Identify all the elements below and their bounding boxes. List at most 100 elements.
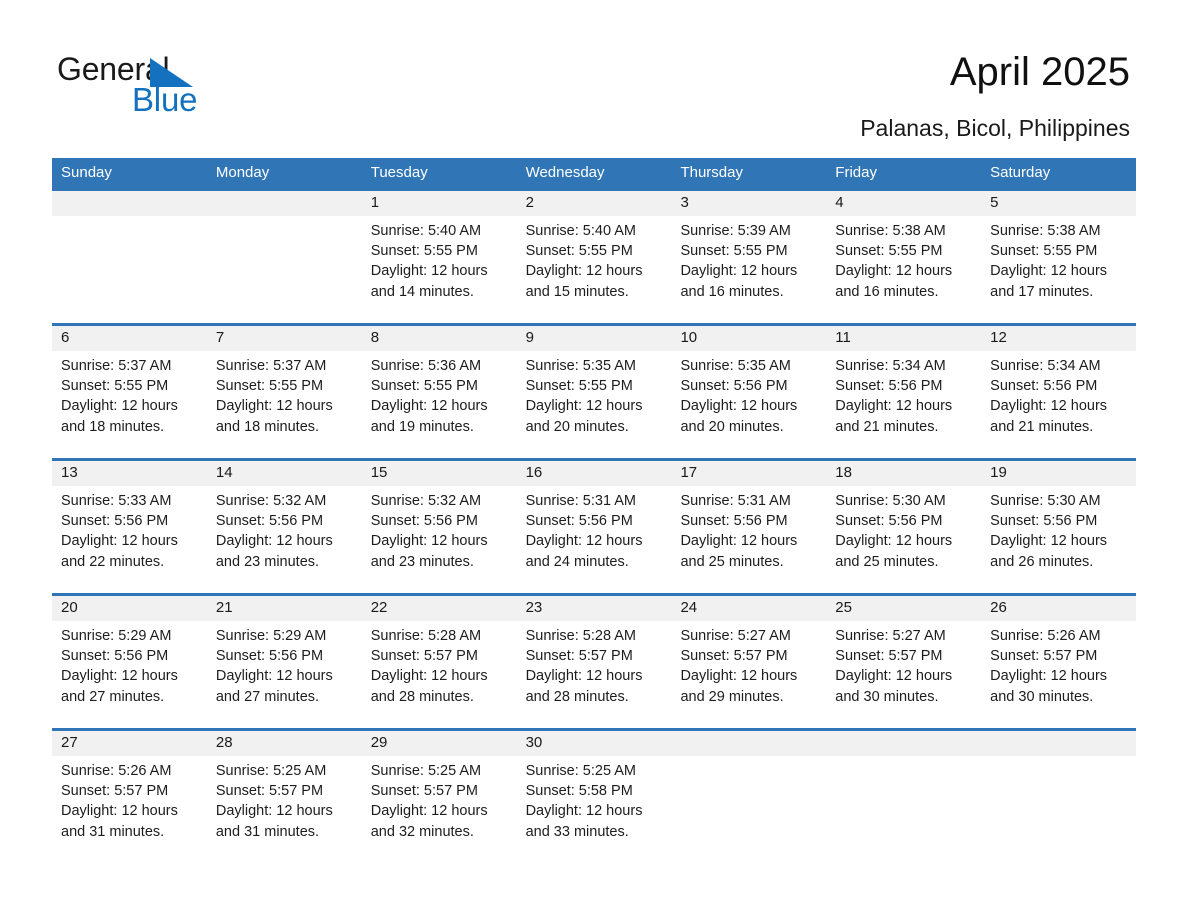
daylight-text: and 30 minutes. [835,688,939,705]
sunrise-text: Sunrise: 5:35 AM [525,358,636,374]
daylight-text: and 28 minutes. [525,688,629,705]
calendar-day-cell[interactable]: 9 Sunrise: 5:35 AM Sunset: 5:55 PM Daylight… [516,326,672,458]
sunset-text: Sunset: 5:55 PM [61,378,169,395]
sunrise-text: Sunrise: 5:30 AM [835,493,946,509]
sunset-text: Sunset: 5:55 PM [370,378,478,395]
daylight-text: Daylight: 12 hours [835,668,953,685]
sunrise-text: Sunrise: 5:29 AM [61,628,172,644]
day-number: 8 [361,326,517,351]
daylight-text: Daylight: 12 hours [215,533,333,550]
sunrise-text: Sunrise: 5:40 AM [525,223,636,239]
daylight-text: Daylight: 12 hours [990,398,1108,415]
sunrise-text: Sunrise: 5:31 AM [680,493,791,509]
daylight-text: and 27 minutes. [61,688,165,705]
calendar-day-cell[interactable]: 30 Sunrise: 5:25 AM Sunset: 5:58 PM Dayligh… [516,731,672,848]
calendar-day-cell[interactable]: 16 Sunrise: 5:31 AM Sunset: 5:56 PM Dayligh… [516,461,672,593]
calendar-day-cell[interactable]: 24 Sunrise: 5:27 AM Sunset: 5:57 PM Dayligh… [671,596,827,728]
day-number: 30 [516,731,672,756]
day-number: 24 [671,596,827,621]
sunrise-text: Sunrise: 5:32 AM [370,493,482,509]
calendar-day-cell[interactable]: 25 Sunrise: 5:27 AM Sunset: 5:57 PM Dayligh… [826,596,982,728]
daylight-text: Daylight: 12 hours [990,263,1108,280]
sunrise-text: Sunrise: 5:28 AM [525,628,636,644]
calendar-day-cell[interactable]: 12 Sunrise: 5:34 AM Sunset: 5:56 PM Dayligh… [981,326,1137,458]
sunset-text: Sunset: 5:57 PM [370,648,478,665]
calendar-day-cell[interactable]: 5 Sunrise: 5:38 AM Sunset: 5:55 PM Daylight… [981,191,1137,323]
sunset-text: Sunset: 5:56 PM [680,513,788,530]
day-details: Sunrise: 5:26 AM Sunset: 5:57 PM Daylight:… [52,756,207,842]
calendar-week-row: 13 Sunrise: 5:33 AM Sunset: 5:56 PM Dayligh… [52,458,1137,593]
sunrise-text: Sunrise: 5:40 AM [370,223,482,239]
calendar-week-row: 27 Sunrise: 5:26 AM Sunset: 5:57 PM Dayligh… [52,728,1137,848]
day-details: Sunrise: 5:38 AM Sunset: 5:55 PM Daylight:… [981,216,1136,302]
page-header: General Blue April 2025 Palanas, Bicol, … [0,0,1188,150]
day-details: Sunrise: 5:32 AM Sunset: 5:56 PM Daylight:… [362,486,517,572]
calendar-day-cell[interactable]: 13 Sunrise: 5:33 AM Sunset: 5:56 PM Dayligh… [52,461,207,593]
day-number: 13 [52,461,207,486]
day-details: Sunrise: 5:39 AM Sunset: 5:55 PM Daylight:… [671,216,826,302]
day-number: 5 [981,191,1137,216]
weekday-header-row: Sunday Monday Tuesday Wednesday Thursday… [52,158,1136,188]
calendar-day-cell[interactable]: 10 Sunrise: 5:35 AM Sunset: 5:56 PM Dayligh… [671,326,827,458]
calendar-day-cell[interactable]: 23 Sunrise: 5:28 AM Sunset: 5:57 PM Dayligh… [516,596,672,728]
calendar-day-cell[interactable]: 6 Sunrise: 5:37 AM Sunset: 5:55 PM Daylight… [52,326,207,458]
calendar-day-cell[interactable]: 20 Sunrise: 5:29 AM Sunset: 5:56 PM Dayligh… [52,596,207,728]
calendar-day-cell[interactable]: 22 Sunrise: 5:28 AM Sunset: 5:57 PM Dayligh… [361,596,517,728]
calendar-day-cell[interactable]: 28 Sunrise: 5:25 AM Sunset: 5:57 PM Dayligh… [206,731,362,848]
daylight-text: Daylight: 12 hours [370,668,488,685]
calendar-day-cell[interactable]: 3 Sunrise: 5:39 AM Sunset: 5:55 PM Daylight… [671,191,827,323]
generalblue-logo[interactable]: General Blue [57,52,317,124]
day-details: Sunrise: 5:28 AM Sunset: 5:57 PM Daylight:… [362,621,517,707]
calendar-day-cell[interactable]: 11 Sunrise: 5:34 AM Sunset: 5:56 PM Dayligh… [826,326,982,458]
day-number: 27 [52,731,207,756]
calendar-day-cell[interactable]: 7 Sunrise: 5:37 AM Sunset: 5:55 PM Daylight… [206,326,362,458]
daylight-text: and 31 minutes. [215,823,320,840]
sunset-text: Sunset: 5:55 PM [525,378,633,395]
calendar-day-cell[interactable]: 21 Sunrise: 5:29 AM Sunset: 5:56 PM Dayligh… [206,596,362,728]
day-number: 4 [826,191,982,216]
page-title: April 2025 [949,50,1130,94]
calendar-day-cell[interactable]: 26 Sunrise: 5:26 AM Sunset: 5:57 PM Dayligh… [981,596,1137,728]
daylight-text: and 22 minutes. [61,553,165,570]
calendar-day-cell[interactable]: 14 Sunrise: 5:32 AM Sunset: 5:56 PM Dayligh… [206,461,362,593]
daylight-text: and 19 minutes. [370,418,474,435]
sunrise-text: Sunrise: 5:39 AM [680,223,791,239]
daylight-text: Daylight: 12 hours [215,398,333,415]
daylight-text: and 20 minutes. [680,418,784,435]
day-number: 11 [826,326,982,351]
day-number: 21 [206,596,362,621]
calendar-day-cell[interactable]: 2 Sunrise: 5:40 AM Sunset: 5:55 PM Daylight… [516,191,672,323]
calendar-day-cell[interactable]: 29 Sunrise: 5:25 AM Sunset: 5:57 PM Dayligh… [361,731,517,848]
day-number: 1 [361,191,517,216]
daylight-text: and 21 minutes. [835,418,939,435]
calendar-day-cell-empty [981,731,1137,848]
calendar-day-cell[interactable]: 17 Sunrise: 5:31 AM Sunset: 5:56 PM Dayligh… [671,461,827,593]
daylight-text: and 23 minutes. [370,553,474,570]
calendar-day-cell[interactable]: 18 Sunrise: 5:30 AM Sunset: 5:56 PM Dayligh… [826,461,982,593]
day-number [826,731,982,756]
daylight-text: Daylight: 12 hours [525,668,643,685]
calendar-day-cell[interactable]: 1 Sunrise: 5:40 AM Sunset: 5:55 PM Daylight… [361,191,517,323]
day-number [52,191,207,216]
daylight-text: Daylight: 12 hours [990,533,1108,550]
day-details: Sunrise: 5:28 AM Sunset: 5:57 PM Daylight:… [517,621,672,707]
calendar-day-cell[interactable]: 4 Sunrise: 5:38 AM Sunset: 5:55 PM Daylight… [826,191,982,323]
sunset-text: Sunset: 5:56 PM [61,648,169,665]
daylight-text: and 15 minutes. [525,283,629,300]
sunrise-text: Sunrise: 5:38 AM [835,223,946,239]
calendar-day-cell[interactable]: 19 Sunrise: 5:30 AM Sunset: 5:56 PM Dayligh… [981,461,1137,593]
sunset-text: Sunset: 5:56 PM [370,513,478,530]
calendar-day-cell[interactable]: 15 Sunrise: 5:32 AM Sunset: 5:56 PM Dayligh… [361,461,517,593]
sunrise-text: Sunrise: 5:31 AM [525,493,636,509]
daylight-text: and 18 minutes. [61,418,165,435]
day-number: 14 [206,461,362,486]
calendar-day-cell[interactable]: 27 Sunrise: 5:26 AM Sunset: 5:57 PM Dayligh… [52,731,207,848]
day-details: Sunrise: 5:34 AM Sunset: 5:56 PM Daylight:… [826,351,981,437]
sunrise-text: Sunrise: 5:35 AM [680,358,791,374]
day-number: 6 [52,326,207,351]
sunrise-text: Sunrise: 5:29 AM [215,628,327,644]
calendar-day-cell-empty [826,731,982,848]
calendar-day-cell[interactable]: 8 Sunrise: 5:36 AM Sunset: 5:55 PM Daylight… [361,326,517,458]
day-details: Sunrise: 5:40 AM Sunset: 5:55 PM Daylight:… [517,216,672,302]
sunrise-text: Sunrise: 5:37 AM [61,358,172,374]
